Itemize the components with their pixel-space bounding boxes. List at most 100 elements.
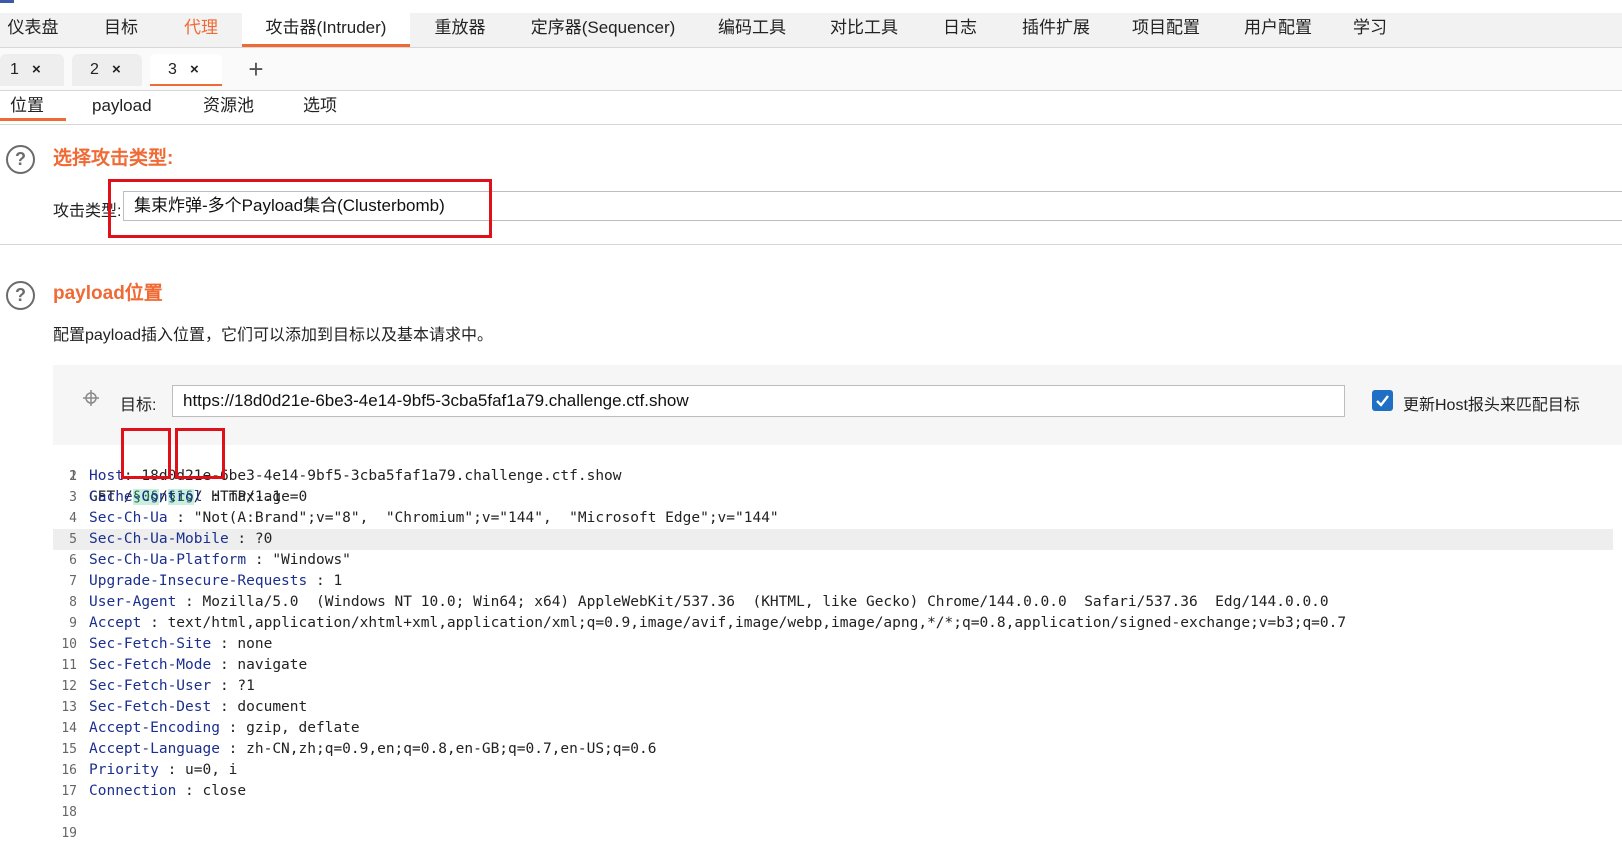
payload-positions-title: payload位置 [53, 283, 163, 304]
header-line: Host: 18d0d21e-6be3-4e14-9bf5-3cba5faf1a… [89, 466, 622, 487]
header-line: Connection : close [89, 781, 246, 802]
header-value: : max-age=0 [202, 489, 308, 505]
header-line: Cache-Control : max-age=0 [89, 487, 307, 508]
tab-learn[interactable]: 学习 [1340, 13, 1400, 45]
header-line: User-Agent : Mozilla/5.0 (Windows NT 10.… [89, 592, 1329, 613]
header-line: Priority : u=0, i [89, 760, 237, 781]
code-line: 10 Sec-Fetch-Site : none [53, 634, 1613, 655]
header-name: Sec-Fetch-Mode [89, 657, 212, 673]
line-number: 17 [61, 784, 77, 799]
tab-comparer[interactable]: 对比工具 [818, 13, 910, 45]
header-line: Sec-Ch-Ua-Platform : "Windows" [89, 550, 351, 571]
code-line: 14 Accept-Encoding : gzip, deflate [53, 718, 1613, 739]
header-name: Connection [89, 783, 177, 799]
attack-type-label: 攻击类型: [53, 203, 122, 220]
header-line: Sec-Fetch-Mode : navigate [89, 655, 307, 676]
header-name: Sec-Ch-Ua [89, 510, 168, 526]
tab-decoder[interactable]: 编码工具 [706, 13, 798, 45]
header-value: : u=0, i [158, 762, 238, 778]
header-value: : "Windows" [246, 552, 351, 568]
header-value: : "Not(A:Brand";v="8", "Chromium";v="144… [167, 510, 779, 526]
header-name: Upgrade-Insecure-Requests [89, 573, 308, 589]
line-number: 4 [69, 511, 77, 526]
attack-tab-1[interactable]: 1 × [0, 54, 64, 86]
header-value: : gzip, deflate [219, 720, 360, 736]
attack-tab-label: 1 [10, 61, 19, 78]
help-icon[interactable]: ? [6, 145, 35, 174]
header-line: Sec-Fetch-Site : none [89, 634, 272, 655]
tab-target[interactable]: 目标 [84, 13, 158, 45]
line-number: 18 [61, 805, 77, 820]
header-value: : Mozilla/5.0 (Windows NT 10.0; Win64; x… [176, 594, 1329, 610]
tab-sequencer[interactable]: 定序器(Sequencer) [518, 13, 688, 45]
close-icon[interactable]: × [32, 54, 41, 86]
tab-payloads[interactable]: payload [92, 91, 152, 121]
header-name: Sec-Ch-Ua-Platform [89, 552, 247, 568]
line-number: 14 [61, 721, 77, 736]
top-strip [0, 0, 14, 3]
header-value: : text/html,application/xhtml+xml,applic… [141, 615, 1347, 631]
line-number: 5 [69, 532, 77, 547]
tab-dashboard[interactable]: 仪表盘 [0, 13, 66, 45]
tab-resource-pool[interactable]: 资源池 [203, 91, 254, 121]
header-line: Sec-Fetch-User : ?1 [89, 676, 255, 697]
header-value: : none [211, 636, 273, 652]
code-line: 4 Sec-Ch-Ua : "Not(A:Brand";v="8", "Chrom… [53, 508, 1613, 529]
header-name: Accept-Encoding [89, 720, 220, 736]
target-bar: 目标: https://18d0d21e-6be3-4e14-9bf5-3cba… [53, 365, 1622, 433]
code-line: 8 User-Agent : Mozilla/5.0 (Windows NT 10… [53, 592, 1613, 613]
header-name: Sec-Fetch-Dest [89, 699, 212, 715]
attack-type-select[interactable]: 集束炸弹-多个Payload集合(Clusterbomb) [123, 191, 1622, 221]
code-line: 6 Sec-Ch-Ua-Platform : "Windows" [53, 550, 1613, 571]
line-number: 12 [61, 679, 77, 694]
tab-extensions[interactable]: 插件扩展 [1010, 13, 1102, 45]
code-line: 5 Sec-Ch-Ua-Mobile : ?0 [53, 529, 1613, 550]
target-url-input[interactable]: https://18d0d21e-6be3-4e14-9bf5-3cba5faf… [172, 385, 1345, 417]
header-name: Priority [89, 762, 159, 778]
header-name: Accept-Language [89, 741, 220, 757]
code-line: 12 Sec-Fetch-User : ?1 [53, 676, 1613, 697]
attack-tab-3[interactable]: 3 × [150, 54, 222, 86]
attack-tab-label: 3 [168, 61, 177, 78]
tab-options[interactable]: 选项 [303, 91, 337, 121]
code-line: 15 Accept-Language : zh-CN,zh;q=0.9,en;q=… [53, 739, 1613, 760]
line-number: 15 [61, 742, 77, 757]
crosshair-icon[interactable] [83, 390, 99, 406]
tab-repeater[interactable]: 重放器 [420, 13, 500, 45]
line-number: 19 [61, 826, 77, 841]
tab-user-options[interactable]: 用户配置 [1232, 13, 1324, 45]
attack-type-title: 选择攻击类型: [53, 148, 174, 169]
close-icon[interactable]: × [112, 54, 121, 86]
line-number: 8 [69, 595, 77, 610]
line-number: 10 [61, 637, 77, 652]
tab-intruder[interactable]: 攻击器(Intruder) [242, 13, 410, 47]
update-host-checkbox[interactable] [1372, 390, 1393, 411]
add-tab-icon[interactable]: + [244, 54, 268, 84]
help-icon[interactable]: ? [6, 281, 35, 310]
code-line: 18 [53, 802, 1613, 823]
header-value: : close [176, 783, 247, 799]
tab-project-options[interactable]: 项目配置 [1120, 13, 1212, 45]
section-divider [0, 244, 1622, 245]
line-number: 9 [69, 616, 77, 631]
intruder-attack-tabs: 1 × 2 × 3 × + [0, 48, 1622, 91]
line-number: 16 [61, 763, 77, 778]
request-editor[interactable]: 1 GET /§0§/§1§/ HTTP/1.1 2 Host: 18d0d21e… [53, 445, 1622, 841]
payload-positions-description: 配置payload插入位置，它们可以添加到目标以及基本请求中。 [53, 327, 494, 344]
header-line: Upgrade-Insecure-Requests : 1 [89, 571, 342, 592]
code-line: 17 Connection : close [53, 781, 1613, 802]
line-number: 13 [61, 700, 77, 715]
header-name: Cache-Control [89, 489, 203, 505]
main-menu-tabs: 仪表盘 目标 代理 攻击器(Intruder) 重放器 定序器(Sequence… [0, 13, 1622, 48]
header-name: Accept [89, 615, 142, 631]
code-line: 11 Sec-Fetch-Mode : navigate [53, 655, 1613, 676]
tab-proxy[interactable]: 代理 [166, 13, 236, 45]
header-value: : ?0 [228, 531, 273, 547]
header-value: : ?1 [211, 678, 255, 694]
code-line: 19 [53, 823, 1613, 844]
attack-tab-2[interactable]: 2 × [72, 54, 142, 86]
attack-tab-label: 2 [90, 61, 99, 78]
tab-positions[interactable]: 位置 [0, 91, 66, 121]
tab-logger[interactable]: 日志 [928, 13, 992, 45]
close-icon[interactable]: × [190, 54, 199, 86]
